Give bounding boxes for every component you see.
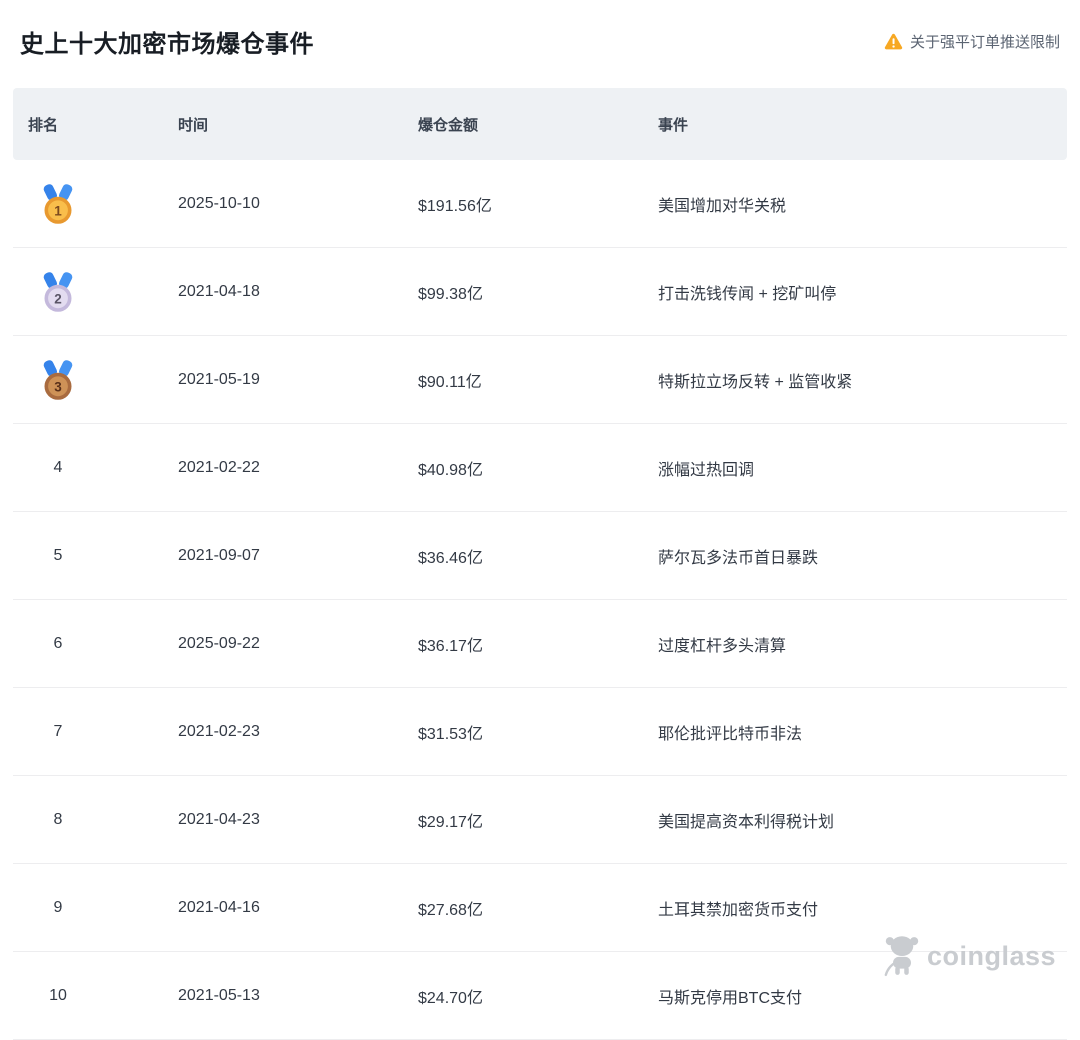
table-row: 4 2021-02-22 $40.98亿 涨幅过热回调 — [13, 424, 1067, 512]
rank-number: 8 — [53, 810, 63, 828]
silver-medal-icon: 2 — [40, 269, 76, 315]
rank-number: 7 — [53, 722, 63, 740]
rank-cell: 9 — [28, 885, 178, 931]
event-date: 2021-02-23 — [178, 722, 260, 740]
liquidation-amount: $29.17亿 — [418, 813, 483, 831]
header-event: 事件 — [658, 116, 689, 134]
table-row: 10 2021-05-13 $24.70亿 马斯克停用BTC支付 — [13, 952, 1067, 1040]
event-date: 2021-05-19 — [178, 370, 260, 388]
event-date: 2025-09-22 — [178, 634, 260, 652]
rank-cell: 1 — [28, 181, 178, 227]
event-description: 马斯克停用BTC支付 — [658, 989, 803, 1007]
rank-cell: 8 — [28, 797, 178, 843]
rank-number: 9 — [53, 898, 63, 916]
liquidation-amount: $27.68亿 — [418, 901, 483, 919]
liquidation-amount: $99.38亿 — [418, 285, 483, 303]
liquidation-amount: $40.98亿 — [418, 461, 483, 479]
rank-cell: 5 — [28, 533, 178, 579]
gold-medal-icon: 1 — [40, 181, 76, 227]
rank-cell: 4 — [28, 445, 178, 491]
event-description: 特斯拉立场反转 + 监管收紧 — [658, 373, 853, 391]
liquidation-amount: $36.17亿 — [418, 637, 483, 655]
notice-label: 关于强平订单推送限制 — [909, 33, 1060, 51]
table-row: 7 2021-02-23 $31.53亿 耶伦批评比特币非法 — [13, 688, 1067, 776]
table-row: 3 2021-05-19 $90.11亿 特斯拉立场反转 + 监管收紧 — [13, 336, 1067, 424]
liquidation-amount: $31.53亿 — [418, 725, 483, 743]
rank-cell: 6 — [28, 621, 178, 667]
table-header-row: 排名 时间 爆仓金额 事件 — [13, 88, 1067, 160]
rank-number: 5 — [53, 546, 63, 564]
svg-text:1: 1 — [54, 203, 62, 218]
event-description: 萨尔瓦多法币首日暴跌 — [658, 549, 819, 567]
liquidation-amount: $24.70亿 — [418, 989, 483, 1007]
event-date: 2021-02-22 — [178, 458, 260, 476]
rank-cell: 10 — [28, 973, 178, 1019]
event-description: 土耳其禁加密货币支付 — [658, 901, 819, 919]
event-date: 2021-04-16 — [178, 898, 260, 916]
table-row: 2 2021-04-18 $99.38亿 打击洗钱传闻 + 挖矿叫停 — [13, 248, 1067, 336]
table-row: 5 2021-09-07 $36.46亿 萨尔瓦多法币首日暴跌 — [13, 512, 1067, 600]
svg-text:3: 3 — [54, 379, 62, 394]
event-date: 2021-04-18 — [178, 282, 260, 300]
rank-cell: 7 — [28, 709, 178, 755]
table-row: 8 2021-04-23 $29.17亿 美国提高资本利得税计划 — [13, 776, 1067, 864]
liquidation-table: 排名 时间 爆仓金额 事件 1 2025-10-10 $191.56亿 美国增加… — [13, 88, 1067, 1040]
liquidation-notice-link[interactable]: 关于强平订单推送限制 — [884, 31, 1060, 52]
topbar: 史上十大加密市场爆仓事件 关于强平订单推送限制 — [0, 0, 1080, 58]
liquidation-amount: $90.11亿 — [418, 373, 482, 391]
event-description: 过度杠杆多头清算 — [658, 637, 787, 655]
event-date: 2025-10-10 — [178, 194, 260, 212]
liquidation-amount: $36.46亿 — [418, 549, 483, 567]
event-date: 2021-09-07 — [178, 546, 260, 564]
table-row: 1 2025-10-10 $191.56亿 美国增加对华关税 — [13, 160, 1067, 248]
rank-cell: 2 — [28, 269, 178, 315]
rank-number: 6 — [53, 634, 63, 652]
header-time: 时间 — [178, 116, 209, 134]
liquidation-amount: $191.56亿 — [418, 197, 492, 215]
event-description: 美国增加对华关税 — [658, 197, 787, 215]
rank-number: 4 — [53, 458, 63, 476]
warning-icon — [884, 33, 903, 50]
svg-text:2: 2 — [54, 291, 62, 306]
header-rank: 排名 — [28, 116, 59, 134]
event-date: 2021-04-23 — [178, 810, 260, 828]
page-title: 史上十大加密市场爆仓事件 — [20, 30, 314, 58]
event-description: 耶伦批评比特币非法 — [658, 725, 803, 743]
event-description: 打击洗钱传闻 + 挖矿叫停 — [658, 285, 837, 303]
rank-number: 10 — [49, 986, 67, 1004]
table-row: 6 2025-09-22 $36.17亿 过度杠杆多头清算 — [13, 600, 1067, 688]
table-body: 1 2025-10-10 $191.56亿 美国增加对华关税 2 2021-04… — [13, 160, 1067, 1040]
header-amount: 爆仓金额 — [418, 116, 479, 134]
rank-cell: 3 — [28, 357, 178, 403]
event-description: 美国提高资本利得税计划 — [658, 813, 835, 831]
table-row: 9 2021-04-16 $27.68亿 土耳其禁加密货币支付 — [13, 864, 1067, 952]
event-date: 2021-05-13 — [178, 986, 260, 1004]
bronze-medal-icon: 3 — [40, 357, 76, 403]
event-description: 涨幅过热回调 — [658, 461, 755, 479]
